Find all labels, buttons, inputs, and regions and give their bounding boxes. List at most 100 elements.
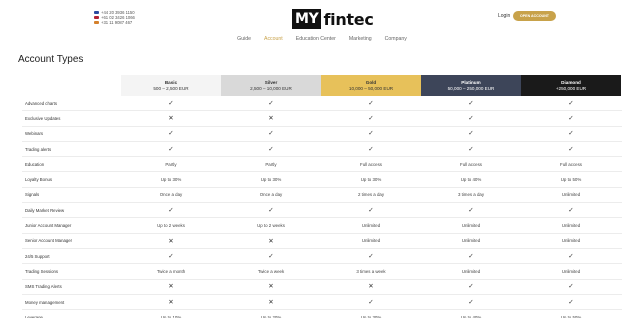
cross-icon: ✕ [268,297,274,306]
check-icon: ✓ [268,251,274,260]
cell-basic: ✕ [121,299,221,306]
nav-item-account[interactable]: Account [264,36,283,42]
check-icon: ✓ [168,205,174,214]
cross-icon: ✕ [368,282,374,291]
phone-list: +44 20 3936 1150 +61 02 3426 1066 +31 11… [94,10,135,25]
nav-item-education-center[interactable]: Education Center [296,36,336,42]
check-icon: ✓ [468,98,474,107]
open-account-button[interactable]: OPEN ACCOUNT [513,11,556,21]
cell-platinum: ✓ [421,207,521,214]
cell-gold: ✓ [321,100,421,107]
cell-gold: ✕ [321,283,421,290]
check-icon: ✓ [368,98,374,107]
check-icon: ✓ [368,251,374,260]
feature-label: Junior Account Manager [25,223,72,229]
check-icon: ✓ [568,144,574,153]
cell-silver: ✓ [221,253,321,260]
cell-platinum: ✓ [421,146,521,153]
feature-label: Signals [25,192,40,198]
cross-icon: ✕ [168,297,174,306]
nav-item-guide[interactable]: Guide [237,36,251,42]
phone-item[interactable]: +31 11 9087 467 [94,20,135,25]
cell-diamond: ✓ [521,146,621,153]
check-icon: ✓ [168,144,174,153]
cell-platinum: Full access [460,161,482,167]
cell-silver: Partly [265,161,277,167]
au-flag-icon [94,16,99,19]
check-icon: ✓ [568,98,574,107]
feature-label: 24/5 Support [25,253,50,259]
main-nav: Guide Account Education Center Marketing… [0,36,640,42]
cell-diamond: Unlimited [561,238,581,244]
cell-basic: ✓ [121,253,221,260]
cell-gold: ✓ [321,253,421,260]
nav-item-company[interactable]: Company [385,36,407,42]
cell-gold: Up to 30% [360,177,382,183]
table-body: Advanced charts ✓ ✓ ✓ ✓ ✓ Exclusive Updates ✕ ✕ ✓… [22,96,622,318]
cell-platinum: Unlimited [461,223,481,229]
cell-diamond: Up to 50% [560,177,582,183]
check-icon: ✓ [568,129,574,138]
cell-silver: ✓ [221,207,321,214]
cell-basic: ✓ [121,146,221,153]
check-icon: ✓ [468,205,474,214]
login-link[interactable]: Login [498,13,510,19]
check-icon: ✓ [268,205,274,214]
table-row: Trading alerts ✓ ✓ ✓ ✓ ✓ [22,142,622,158]
plan-range: 500 – 2,500 EUR [153,85,189,91]
check-icon: ✓ [568,251,574,260]
account-types-table: Basic 500 – 2,500 EUR Silver 2,500 – 10,… [22,75,622,318]
cell-basic: ✓ [121,207,221,214]
cell-platinum: ✓ [421,115,521,122]
table-row: SMS Trading Alerts ✕ ✕ ✕ ✓ ✓ [22,280,622,295]
check-icon: ✓ [368,129,374,138]
cell-silver: ✕ [221,283,321,290]
cell-platinum: ✓ [421,100,521,107]
page-title: Account Types [18,54,84,65]
feature-label: Daily Market Review [25,207,65,213]
plan-header-gold: Gold 10,000 – 50,000 EUR [321,75,421,96]
nl-flag-icon [94,21,99,24]
cell-silver: Up to 2 weeks [257,223,285,229]
logo-mark: MY [292,9,322,29]
plan-header-basic: Basic 500 – 2,500 EUR [121,75,221,96]
check-icon: ✓ [568,114,574,123]
check-icon: ✓ [468,144,474,153]
cell-diamond: ✓ [521,283,621,290]
plan-header-silver: Silver 2,500 – 10,000 EUR [221,75,321,96]
cell-platinum: Unlimited [461,268,481,274]
cell-platinum: ✓ [421,253,521,260]
feature-label: SMS Trading Alerts [25,284,62,290]
check-icon: ✓ [468,251,474,260]
plan-header-platinum: Platinum 50,000 – 250,000 EUR [421,75,521,96]
brand-logo[interactable]: MY fintec [292,8,374,30]
check-icon: ✓ [368,114,374,123]
cell-gold: 2 times a day [357,192,385,198]
header-spacer [22,75,121,96]
cell-diamond: Unlimited [561,223,581,229]
cell-silver: ✓ [221,146,321,153]
table-row: Leverage Up to 10% Up to 20% Up to 30% Up to… [22,310,622,318]
cell-diamond: ✓ [521,100,621,107]
open-account-label: OPEN ACCOUNT [519,14,550,18]
plan-range: 50,000 – 250,000 EUR [447,85,495,91]
cell-silver: Once a day [259,192,283,198]
phone-number[interactable]: +31 11 9087 467 [101,20,132,25]
check-icon: ✓ [568,282,574,291]
table-row: Exclusive Updates ✕ ✕ ✓ ✓ ✓ [22,111,622,127]
cell-diamond: ✓ [521,207,621,214]
table-row: Trading Sessions Twice a month Twice a wee… [22,264,622,280]
cell-platinum: Up to 40% [460,177,482,183]
cell-diamond: ✓ [521,130,621,137]
cell-basic: Up to 2 weeks [157,223,185,229]
cell-gold: ✓ [321,207,421,214]
check-icon: ✓ [368,205,374,214]
cell-basic: ✕ [121,237,221,245]
cross-icon: ✕ [168,114,174,123]
uk-flag-icon [94,11,99,14]
check-icon: ✓ [468,282,474,291]
cell-gold: Unlimited [361,238,381,244]
cell-silver: ✓ [221,130,321,137]
cell-silver: ✕ [221,237,321,245]
nav-item-marketing[interactable]: Marketing [349,36,372,42]
